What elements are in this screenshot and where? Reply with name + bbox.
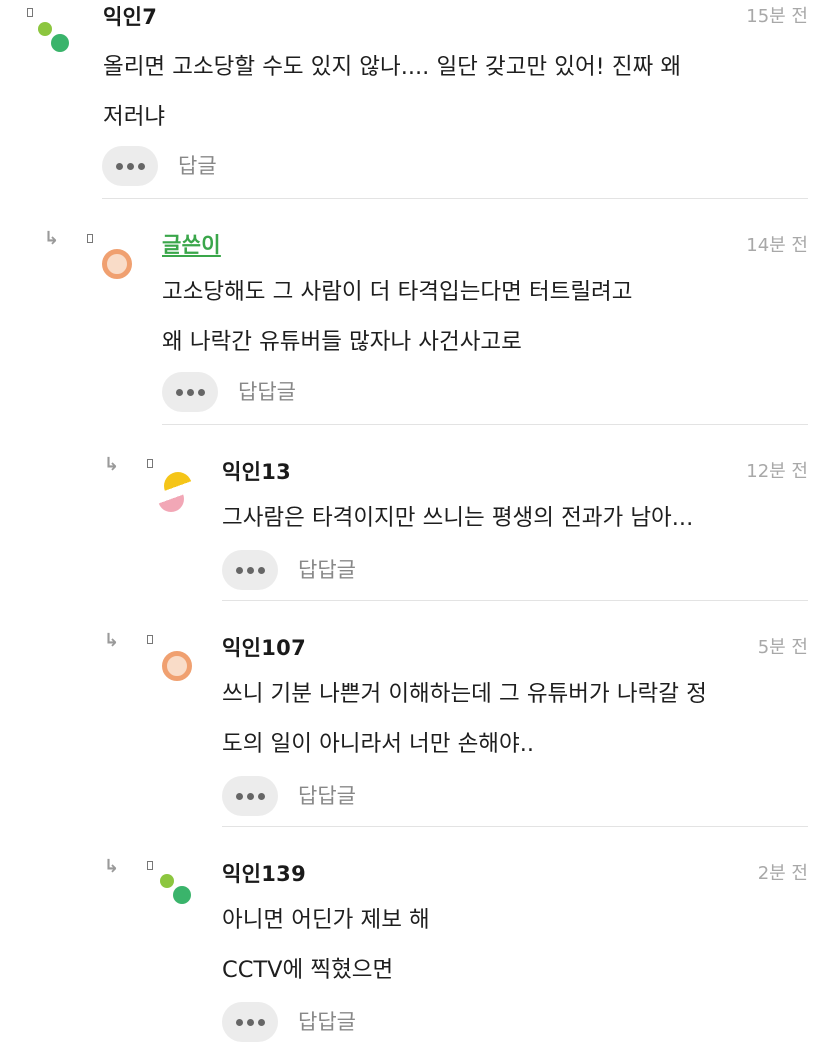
comment-text-line: 고소당해도 그 사람이 더 타격입는다면 터트릴려고 <box>162 279 633 305</box>
reply-arrow-icon: ↳ <box>44 228 60 249</box>
comment-text-line: 도의 일이 아니라서 너만 손해야.. <box>222 731 535 757</box>
comment-author[interactable]: 익인107 <box>222 635 306 661</box>
comment-time: 14분 전 <box>746 235 808 256</box>
avatar[interactable] <box>160 870 192 904</box>
reply-arrow-icon: ↳ <box>104 856 120 877</box>
reply-button[interactable]: 답답글 <box>298 556 356 584</box>
more-dots-icon <box>257 792 265 800</box>
more-dots-icon <box>197 388 205 396</box>
comment-reply-item: ↳ 익인107 5분 전 쓰니 기분 나쁜거 이해하는데 그 유튜버가 나락갈 … <box>0 602 828 828</box>
comment-time: 15분 전 <box>746 6 808 27</box>
new-mark-icon <box>147 459 153 468</box>
comment-author[interactable]: 익인139 <box>222 861 306 887</box>
new-mark-icon <box>147 635 153 644</box>
comment-time: 2분 전 <box>757 863 808 884</box>
more-dots-icon <box>235 792 243 800</box>
avatar-dot-icon <box>160 874 174 888</box>
reply-button[interactable]: 답답글 <box>298 782 356 810</box>
comment-text-line: 올리면 고소당할 수도 있지 않나.... 일단 갖고만 있어! 진짜 왜 <box>103 54 682 80</box>
comment-author-op[interactable]: 글쓴이 <box>162 232 221 258</box>
avatar-ring-icon <box>102 249 132 279</box>
divider <box>102 198 808 199</box>
comment-time: 12분 전 <box>746 461 808 482</box>
comment-text-line: 쓰니 기분 나쁜거 이해하는데 그 유튜버가 나락갈 정 <box>222 681 707 707</box>
comment-reply-item: ↳ 익인139 2분 전 아니면 어딘가 제보 해 CCTV에 찍혔으면 답답글 <box>0 828 828 1050</box>
more-dots-icon <box>175 388 183 396</box>
comment-reply-item: ↳ 익인13 12분 전 그사람은 타격이지만 쓰니는 평생의 전과가 남아..… <box>0 426 828 602</box>
more-dots-icon <box>246 566 254 574</box>
comment-author[interactable]: 익인13 <box>222 459 291 485</box>
more-dots-icon <box>257 1018 265 1026</box>
comment-time: 5분 전 <box>757 637 808 658</box>
reply-button[interactable]: 답답글 <box>238 378 296 406</box>
reply-arrow-icon: ↳ <box>104 454 120 475</box>
avatar[interactable] <box>162 651 194 683</box>
comment-text-line: 왜 나락간 유튜버들 많자나 사건사고로 <box>162 329 522 355</box>
reply-arrow-icon: ↳ <box>104 630 120 651</box>
comment-author[interactable]: 익인7 <box>103 4 157 30</box>
avatar[interactable] <box>158 472 192 512</box>
divider <box>222 600 808 601</box>
comment-text-line: 저러냐 <box>103 104 166 130</box>
reply-button[interactable]: 답글 <box>178 152 217 180</box>
comment-item: 익인7 15분 전 올리면 고소당할 수도 있지 않나.... 일단 갖고만 있… <box>0 0 828 200</box>
more-options-button[interactable] <box>222 776 278 816</box>
divider <box>162 424 808 425</box>
reply-button[interactable]: 답답글 <box>298 1008 356 1036</box>
divider <box>222 826 808 827</box>
avatar[interactable] <box>102 249 134 281</box>
comment-text-line: CCTV에 찍혔으면 <box>222 957 394 983</box>
more-dots-icon <box>246 1018 254 1026</box>
more-dots-icon <box>115 162 123 170</box>
more-dots-icon <box>126 162 134 170</box>
avatar-ring-icon <box>162 651 192 681</box>
more-options-button[interactable] <box>222 1002 278 1042</box>
comment-reply-item: ↳ 글쓴이 14분 전 고소당해도 그 사람이 더 타격입는다면 터트릴려고 왜… <box>0 200 828 426</box>
more-options-button[interactable] <box>222 550 278 590</box>
more-dots-icon <box>235 566 243 574</box>
new-mark-icon <box>27 8 33 17</box>
more-dots-icon <box>137 162 145 170</box>
more-dots-icon <box>246 792 254 800</box>
more-dots-icon <box>257 566 265 574</box>
more-options-button[interactable] <box>162 372 218 412</box>
comment-text-line: 그사람은 타격이지만 쓰니는 평생의 전과가 남아... <box>222 505 694 531</box>
more-dots-icon <box>186 388 194 396</box>
avatar-dot-icon <box>51 34 69 52</box>
avatar[interactable] <box>38 18 70 52</box>
avatar-dot-icon <box>173 886 191 904</box>
avatar-half-icon <box>158 486 184 512</box>
new-mark-icon <box>147 861 153 870</box>
comment-text-line: 아니면 어딘가 제보 해 <box>222 907 430 933</box>
new-mark-icon <box>87 234 93 243</box>
avatar-dot-icon <box>38 22 52 36</box>
more-dots-icon <box>235 1018 243 1026</box>
more-options-button[interactable] <box>102 146 158 186</box>
